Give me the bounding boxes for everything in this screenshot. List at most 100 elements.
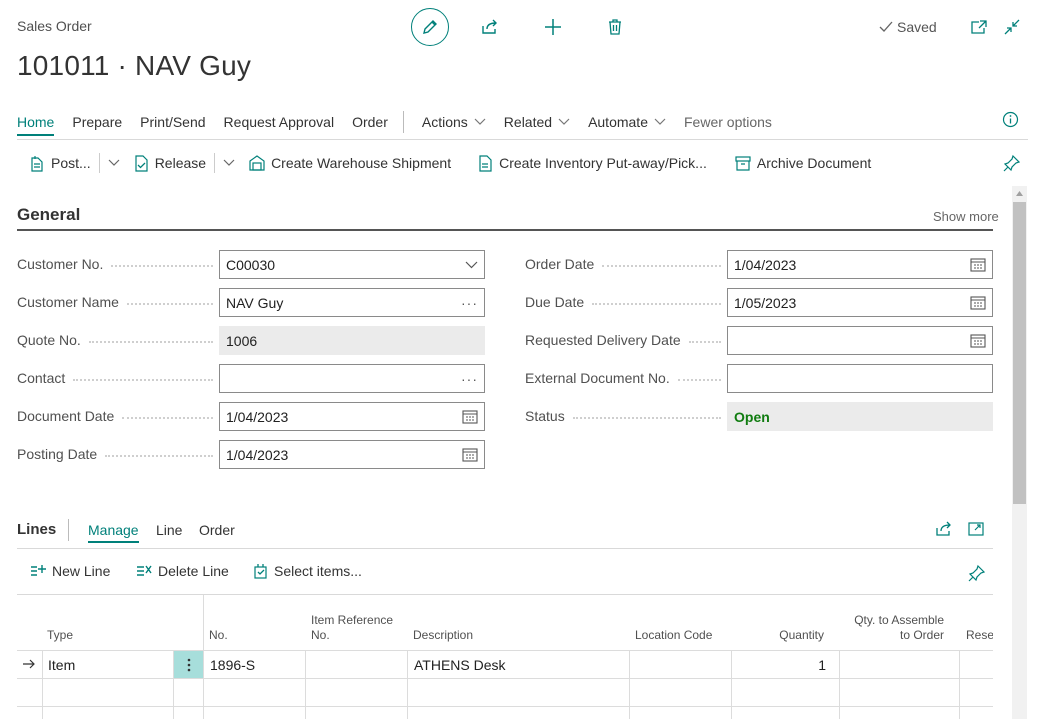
row-indicator[interactable] [22, 658, 36, 670]
tab-actions[interactable]: Actions [422, 114, 486, 130]
lines-expand-button[interactable] [968, 521, 985, 537]
tab-automate[interactable]: Automate [588, 114, 666, 130]
tab-automate-label: Automate [588, 114, 648, 130]
due-date-field[interactable]: 1/05/2023 [727, 288, 993, 317]
delete-line-label: Delete Line [158, 563, 229, 579]
new-line-icon [30, 563, 46, 579]
action-toolbar: Post... Release Create Warehouse Shipmen… [30, 150, 871, 176]
check-icon [879, 21, 893, 33]
release-dropdown-button[interactable] [223, 159, 235, 167]
calendar-icon[interactable] [970, 295, 986, 310]
row-actions-button[interactable] [174, 651, 203, 678]
tab-prepare[interactable]: Prepare [72, 114, 122, 130]
scrollbar-thumb[interactable] [1013, 202, 1026, 504]
column-header-type[interactable]: Type [47, 628, 73, 643]
row-description-cell[interactable]: ATHENS Desk [414, 657, 506, 673]
open-new-window-button[interactable] [968, 16, 990, 38]
lines-tab-order[interactable]: Order [199, 522, 235, 538]
lines-tab-line[interactable]: Line [156, 522, 182, 538]
edit-button[interactable] [411, 8, 449, 46]
column-header-qty-to-assemble[interactable]: Qty. to Assemble to Order [845, 613, 944, 643]
field-label-text: Posting Date [17, 446, 98, 462]
release-button[interactable]: Release [134, 154, 206, 172]
contact-label: Contact [17, 369, 219, 387]
archive-document-button[interactable]: Archive Document [735, 155, 871, 171]
document-date-value: 1/04/2023 [226, 408, 289, 425]
archive-document-label: Archive Document [756, 155, 872, 171]
chevron-down-icon [465, 261, 478, 269]
create-inventory-putaway-button[interactable]: Create Inventory Put-away/Pick... [479, 154, 707, 172]
tab-request-approval[interactable]: Request Approval [224, 114, 335, 130]
column-header-reserved[interactable]: Rese [966, 628, 993, 643]
triangle-up-icon [1016, 190, 1023, 196]
row-quantity-cell[interactable]: 1 [740, 657, 826, 673]
row-no-cell[interactable]: 1896-S [210, 657, 255, 673]
dot-leader [105, 455, 213, 457]
collapse-button[interactable] [1001, 16, 1023, 38]
contact-field[interactable]: ··· [219, 364, 485, 393]
due-date-label: Due Date [525, 293, 727, 311]
ellipsis-icon[interactable]: ··· [461, 295, 478, 311]
order-date-field[interactable]: 1/04/2023 [727, 250, 993, 279]
tab-order[interactable]: Order [352, 114, 388, 130]
info-button[interactable] [1002, 111, 1019, 128]
calendar-icon[interactable] [462, 447, 478, 462]
personalize-button[interactable] [1003, 154, 1021, 172]
customer-name-field[interactable]: NAV Guy ··· [219, 288, 485, 317]
delete-button[interactable] [604, 16, 626, 38]
saved-status: Saved [879, 19, 937, 35]
archive-icon [735, 155, 751, 171]
tab-order-label: Order [352, 114, 388, 130]
external-document-no-field[interactable] [727, 364, 993, 393]
lines-tab-manage[interactable]: Manage [88, 522, 139, 543]
share-icon [935, 520, 953, 538]
share-button[interactable] [479, 16, 501, 38]
calendar-icon[interactable] [970, 257, 986, 272]
scroll-up-button[interactable] [1012, 186, 1027, 200]
dot-leader [111, 265, 213, 267]
fewer-options-link[interactable]: Fewer options [684, 114, 772, 130]
requested-delivery-date-field[interactable] [727, 326, 993, 355]
field-label-text: Customer Name [17, 294, 119, 310]
posting-date-field[interactable]: 1/04/2023 [219, 440, 485, 469]
post-button[interactable]: Post... [30, 155, 91, 172]
dot-leader [688, 341, 721, 343]
column-header-no[interactable]: No. [209, 628, 228, 643]
new-button[interactable] [542, 16, 564, 38]
select-items-button[interactable]: Select items... [253, 563, 362, 579]
field-label-text: Due Date [525, 294, 585, 310]
column-header-description[interactable]: Description [413, 628, 473, 643]
new-line-button[interactable]: New Line [30, 563, 110, 579]
row-type-cell[interactable]: Item [48, 657, 75, 673]
lines-personalize-button[interactable] [968, 564, 986, 582]
tab-related[interactable]: Related [504, 114, 570, 130]
customer-no-field[interactable]: C00030 [219, 250, 485, 279]
field-label-text: Quote No. [17, 332, 81, 348]
ellipsis-icon[interactable]: ··· [461, 371, 478, 387]
tab-print-send[interactable]: Print/Send [140, 114, 205, 130]
document-date-label: Document Date [17, 407, 219, 425]
post-dropdown-button[interactable] [108, 159, 120, 167]
column-header-quantity[interactable]: Quantity [740, 628, 824, 643]
quote-no-field: 1006 [219, 326, 485, 355]
tab-related-label: Related [503, 114, 553, 130]
tab-home[interactable]: Home [17, 114, 55, 136]
page-title: 101011 · NAV Guy [17, 50, 252, 81]
column-header-location-code[interactable]: Location Code [635, 628, 712, 643]
arrow-right-icon [22, 658, 36, 670]
select-items-label: Select items... [274, 563, 362, 579]
document-date-field[interactable]: 1/04/2023 [219, 402, 485, 431]
calendar-icon[interactable] [970, 333, 986, 348]
field-label-text: Contact [17, 370, 66, 386]
grid-column-line [203, 595, 204, 719]
general-section-title: General [17, 205, 81, 224]
calendar-icon[interactable] [462, 409, 478, 424]
create-warehouse-shipment-button[interactable]: Create Warehouse Shipment [249, 155, 451, 171]
quote-no-value: 1006 [226, 332, 258, 349]
delete-line-button[interactable]: Delete Line [136, 563, 229, 579]
lines-share-button[interactable] [935, 520, 953, 538]
chevron-down-icon [654, 118, 666, 126]
column-header-item-reference-no[interactable]: Item Reference No. [311, 613, 401, 643]
grid-column-line [407, 651, 408, 719]
show-more-link[interactable]: Show more [933, 209, 999, 224]
